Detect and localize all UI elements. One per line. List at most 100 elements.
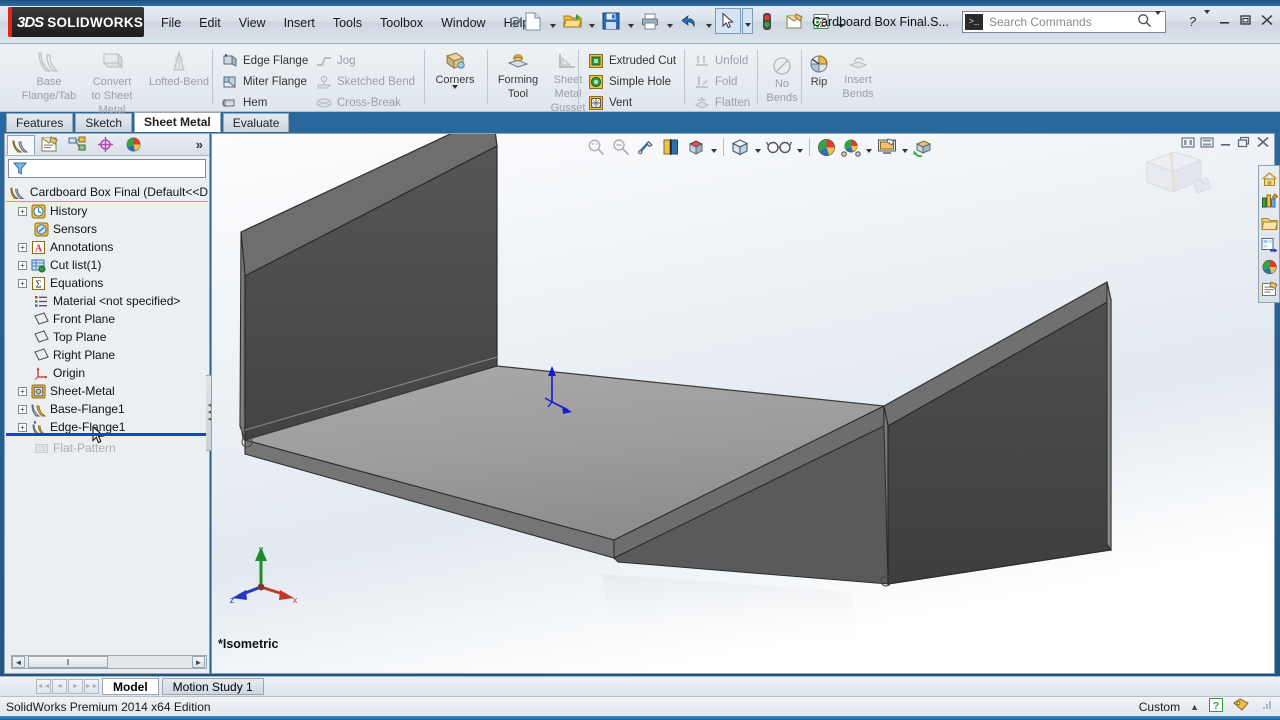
close-icon[interactable]: [1260, 14, 1274, 29]
menu-item-file[interactable]: File: [152, 13, 190, 33]
lofted-bend-button[interactable]: Lofted-Bend: [144, 46, 214, 88]
view-palette-icon[interactable]: [1259, 234, 1279, 256]
traffic-light-icon[interactable]: [754, 8, 780, 34]
view-settings-icon[interactable]: [875, 135, 899, 159]
help-dropdown[interactable]: [1204, 10, 1210, 29]
tree-node-flat-pattern[interactable]: Flat-Pattern: [6, 439, 208, 457]
tree-node-front-plane[interactable]: Front Plane: [6, 310, 208, 328]
insert-bends-button[interactable]: Insert Bends: [835, 46, 881, 100]
unfold-button[interactable]: Unfold: [690, 50, 754, 71]
search-icon[interactable]: [1137, 13, 1152, 31]
rip-button[interactable]: Rip: [803, 46, 835, 88]
tree-node-origin[interactable]: Origin: [6, 364, 208, 382]
units-caret-icon[interactable]: ▲: [1190, 702, 1199, 712]
tab-evaluate[interactable]: Evaluate: [222, 113, 290, 132]
expand-sheet-metal[interactable]: +: [18, 386, 27, 396]
hide-show-dropdown[interactable]: [795, 135, 805, 159]
dimxpert-icon[interactable]: [91, 135, 119, 155]
open-dropdown[interactable]: [586, 8, 597, 34]
tree-node-right-plane[interactable]: Right Plane: [6, 346, 208, 364]
scroll-left-button[interactable]: ◄: [12, 656, 25, 668]
extruded-cut-button[interactable]: Extruded Cut: [584, 50, 680, 71]
search-input[interactable]: Search Commands: [989, 15, 1137, 29]
help-icon[interactable]: ?: [1189, 14, 1196, 29]
section-view-icon[interactable]: [659, 135, 683, 159]
search-commands-box[interactable]: >_ Search Commands: [962, 11, 1166, 33]
new-doc-dropdown[interactable]: [547, 8, 558, 34]
undo-dropdown[interactable]: [703, 8, 714, 34]
sheet-metal-u-channel-model[interactable]: [212, 134, 1275, 674]
simple-hole-button[interactable]: Simple Hole: [584, 71, 680, 92]
minimize-icon[interactable]: [1219, 136, 1232, 152]
flatten-button[interactable]: Flatten: [690, 92, 754, 113]
tab-sheet-metal[interactable]: Sheet Metal: [134, 112, 221, 132]
search-dropdown[interactable]: [1155, 11, 1161, 29]
nav-last-button[interactable]: ►►: [84, 679, 99, 694]
menu-item-edit[interactable]: Edit: [190, 13, 230, 33]
save-disk-icon[interactable]: [598, 8, 624, 34]
edge-flange-button[interactable]: Edge Flange: [218, 50, 312, 71]
corners-button[interactable]: Corners: [428, 46, 482, 103]
rotate-view-icon[interactable]: [911, 135, 935, 159]
new-doc-icon[interactable]: [520, 8, 546, 34]
miter-flange-button[interactable]: Miter Flange: [218, 71, 312, 92]
undo-arrow-icon[interactable]: [676, 8, 702, 34]
units-selector[interactable]: Custom: [1139, 700, 1180, 714]
view-orientation-icon[interactable]: [684, 135, 708, 159]
scene-icon[interactable]: [839, 135, 863, 159]
tree-node-base-flange1[interactable]: + Base-Flange1: [6, 400, 208, 418]
glasses-icon[interactable]: [764, 135, 794, 159]
menu-item-view[interactable]: View: [230, 13, 275, 33]
tree-node-top-plane[interactable]: Top Plane: [6, 328, 208, 346]
display-style-dropdown[interactable]: [753, 135, 763, 159]
fold-button[interactable]: Fold: [690, 71, 754, 92]
expand-cut-list[interactable]: +: [18, 260, 27, 270]
tab-model[interactable]: Model: [102, 678, 159, 695]
expand-annotations[interactable]: +: [18, 242, 27, 252]
folder-icon[interactable]: [1259, 212, 1279, 234]
rollback-bar[interactable]: [6, 433, 208, 436]
menu-item-insert[interactable]: Insert: [275, 13, 324, 33]
menu-item-tools[interactable]: Tools: [324, 13, 371, 33]
corners-dropdown[interactable]: [452, 85, 458, 103]
tab-motion-study-1[interactable]: Motion Study 1: [161, 678, 264, 695]
expand-edge-flange1[interactable]: +: [18, 422, 27, 432]
scene-dropdown[interactable]: [864, 135, 874, 159]
display-style-cube-icon[interactable]: [728, 135, 752, 159]
jog-button[interactable]: Jog: [312, 50, 419, 71]
tree-node-annotations[interactable]: + A Annotations: [6, 238, 208, 256]
previous-view-icon[interactable]: [634, 135, 658, 159]
vent-button[interactable]: Vent: [584, 92, 680, 113]
tab-features[interactable]: Features: [6, 113, 74, 132]
configuration-icon[interactable]: [63, 135, 91, 155]
tree-horizontal-scrollbar[interactable]: ◄ ‖ ►: [11, 655, 207, 669]
convert-to-sheet-metal-button[interactable]: Convert to Sheet Metal: [80, 46, 144, 116]
save-dropdown[interactable]: [625, 8, 636, 34]
tree-node-sensors[interactable]: Sensors: [6, 220, 208, 238]
tree-node-cut-list[interactable]: + Cut list(1): [6, 256, 208, 274]
expand-history[interactable]: +: [18, 206, 27, 216]
zoom-fit-icon[interactable]: [584, 135, 608, 159]
close-icon[interactable]: [1256, 136, 1270, 152]
custom-properties-icon[interactable]: [1259, 278, 1279, 300]
expand-base-flange1[interactable]: +: [18, 404, 27, 414]
tab-sketch[interactable]: Sketch: [75, 113, 133, 132]
restore-icon[interactable]: [1237, 136, 1251, 152]
tree-node-equations[interactable]: + Σ Equations: [6, 274, 208, 292]
base-flange-tab-button[interactable]: Base Flange/Tab: [18, 46, 80, 102]
feature-filter-input[interactable]: [8, 159, 206, 178]
resize-grip[interactable]: [1260, 699, 1272, 714]
tree-node-sheet-metal[interactable]: + Sheet-Metal: [6, 382, 208, 400]
appearance-sphere-icon[interactable]: [814, 135, 838, 159]
restore-icon[interactable]: [1239, 14, 1252, 29]
appearance-sphere-icon[interactable]: [1259, 256, 1279, 278]
view-settings-dropdown[interactable]: [900, 135, 910, 159]
hem-button[interactable]: Hem: [218, 92, 312, 113]
tree-node-history[interactable]: + History: [6, 202, 208, 220]
sketched-bend-button[interactable]: Sketched Bend: [312, 71, 419, 92]
tree-node-material[interactable]: Material <not specified>: [6, 292, 208, 310]
expand-equations[interactable]: +: [18, 278, 27, 288]
home-icon[interactable]: [1259, 168, 1279, 190]
manager-tabs-overflow[interactable]: »: [196, 137, 203, 152]
open-folder-icon[interactable]: [559, 8, 585, 34]
